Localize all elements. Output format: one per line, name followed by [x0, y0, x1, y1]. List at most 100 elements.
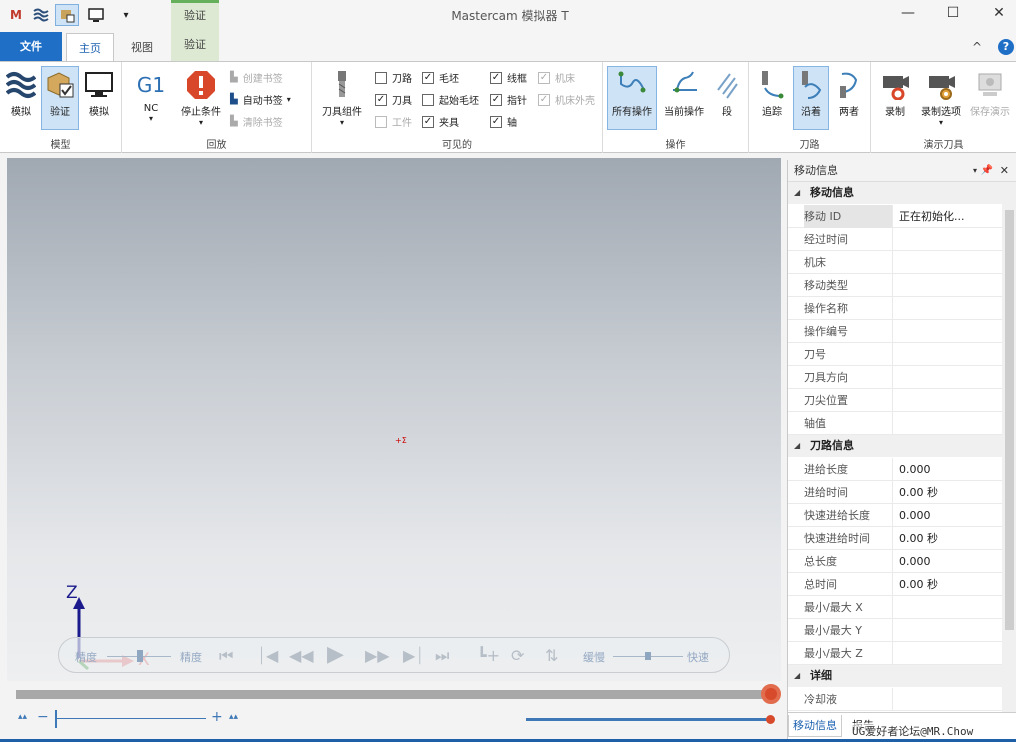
verify-button[interactable]: 验证	[41, 66, 79, 130]
checkbox-checked-icon[interactable]: ✓	[375, 93, 387, 106]
checkbox-unchecked-icon[interactable]	[375, 71, 387, 84]
visible-check-8[interactable]: 工件	[375, 112, 412, 131]
simulate-monitor-quick-icon[interactable]	[84, 4, 108, 26]
panel-menu-icon[interactable]: ▾	[973, 160, 977, 182]
zoom-in-step-icon[interactable]: ▴▴	[229, 712, 238, 722]
all-operations-button[interactable]: 所有操作	[607, 66, 657, 130]
tab-view[interactable]: 视图	[120, 33, 164, 62]
visible-check-2[interactable]: ✓ 线框	[490, 68, 527, 87]
property-row[interactable]: 最小/最大 Y	[788, 619, 1002, 642]
zoom-minus-icon[interactable]: −	[37, 709, 49, 725]
property-row[interactable]: 最小/最大 Z	[788, 642, 1002, 665]
maximize-button[interactable]: ☐	[938, 4, 968, 24]
checkbox-checked-icon[interactable]: ✓	[422, 71, 434, 84]
close-button[interactable]: ✕	[984, 4, 1014, 24]
position-slider-knob[interactable]	[766, 715, 775, 724]
property-row[interactable]: 刀尖位置	[788, 389, 1002, 412]
checkbox-unchecked-icon[interactable]	[375, 115, 387, 128]
tab-home[interactable]: 主页	[66, 33, 114, 62]
position-slider[interactable]	[526, 718, 772, 721]
tab-verify[interactable]: 验证	[171, 30, 219, 62]
tool-assembly-button[interactable]: 刀具组件 ▾	[316, 66, 368, 130]
property-row[interactable]: 移动 ID 正在初始化...	[788, 205, 1002, 228]
panel-scrollbar[interactable]	[1002, 182, 1016, 712]
zoom-out-step-icon[interactable]: ▴▴	[18, 712, 27, 722]
zoom-plus-icon[interactable]: +	[211, 709, 223, 725]
collapse-triangle-icon[interactable]: ◢	[794, 435, 800, 457]
property-row[interactable]: 进给长度 0.000	[788, 458, 1002, 481]
fast-forward-icon[interactable]: ▶▶	[365, 646, 390, 665]
checkbox-checked-icon[interactable]: ✓	[538, 71, 550, 84]
section-header[interactable]: ◢ 移动信息	[788, 182, 1002, 204]
speed-slider-handle[interactable]	[645, 652, 651, 660]
simulate-button[interactable]: 模拟	[4, 66, 38, 130]
panel-pin-icon[interactable]: 📌	[981, 160, 993, 182]
record-button[interactable]: 录制	[875, 66, 915, 130]
stop-conditions-button[interactable]: 停止条件 ▾	[176, 66, 226, 130]
checkbox-checked-icon[interactable]: ✓	[490, 93, 502, 106]
checkbox-checked-icon[interactable]: ✓	[538, 93, 550, 106]
step-back-start-icon[interactable]: ⏐◀	[257, 646, 278, 666]
visible-check-10[interactable]: ✓ 轴	[490, 112, 517, 131]
collapse-ribbon-icon[interactable]: ^	[968, 33, 986, 62]
property-row[interactable]: 冷却液	[788, 688, 1002, 711]
checkbox-checked-icon[interactable]: ✓	[490, 115, 502, 128]
trace-button[interactable]: 追踪	[753, 66, 791, 130]
visible-check-1[interactable]: ✓ 毛坯	[422, 68, 459, 87]
visible-check-4[interactable]: ✓ 刀具	[375, 90, 412, 109]
progress-track[interactable]	[16, 690, 770, 699]
property-row[interactable]: 进给时间 0.00 秒	[788, 481, 1002, 504]
simulate-monitor-button[interactable]: 模拟	[81, 66, 117, 130]
bookmark-step-icon[interactable]: ┗+	[477, 646, 500, 665]
visible-check-0[interactable]: 刀路	[375, 68, 412, 87]
reverse-loop-icon[interactable]: ⇅	[545, 646, 558, 665]
loop-icon[interactable]: ⟳	[511, 646, 524, 665]
minimize-button[interactable]: —	[893, 4, 923, 24]
nc-button[interactable]: G1 NC ▾	[128, 66, 174, 130]
mastercam-logo-icon[interactable]: M	[4, 4, 28, 26]
property-row[interactable]: 移动类型	[788, 274, 1002, 297]
visible-check-9[interactable]: ✓ 夹具	[422, 112, 459, 131]
property-row[interactable]: 经过时间	[788, 228, 1002, 251]
property-row[interactable]: 操作名称	[788, 297, 1002, 320]
property-row[interactable]: 操作编号	[788, 320, 1002, 343]
property-row[interactable]: 快速进给长度 0.000	[788, 504, 1002, 527]
visible-check-7[interactable]: ✓ 机床外壳	[538, 90, 595, 109]
property-row[interactable]: 总时间 0.00 秒	[788, 573, 1002, 596]
section-header[interactable]: ◢ 刀路信息	[788, 435, 1002, 457]
step-forward-icon[interactable]: ▶⏐	[403, 646, 424, 666]
progress-knob[interactable]	[761, 684, 781, 704]
simulate-quick-icon[interactable]	[29, 4, 53, 26]
both-button[interactable]: 两者	[831, 66, 867, 130]
along-button[interactable]: 沿着	[793, 66, 829, 130]
rewind-icon[interactable]: ◀◀	[289, 646, 314, 665]
property-row[interactable]: 轴值	[788, 412, 1002, 435]
section-header[interactable]: ◢ 详细	[788, 665, 1002, 687]
create-bookmark-button[interactable]: ▙ 创建书签	[230, 68, 283, 87]
property-row[interactable]: 最小/最大 X	[788, 596, 1002, 619]
collapse-triangle-icon[interactable]: ◢	[794, 665, 800, 687]
quality-slider-handle[interactable]	[137, 650, 143, 662]
property-row[interactable]: 快速进给时间 0.00 秒	[788, 527, 1002, 550]
checkbox-checked-icon[interactable]: ✓	[490, 71, 502, 84]
panel-scroll-thumb[interactable]	[1005, 210, 1014, 630]
go-to-start-icon[interactable]: ⏮	[219, 646, 233, 666]
checkbox-checked-icon[interactable]: ✓	[422, 115, 434, 128]
auto-bookmark-button[interactable]: ▙ 自动书签 ▾	[230, 90, 291, 109]
visible-check-6[interactable]: ✓ 指针	[490, 90, 527, 109]
help-icon[interactable]: ?	[998, 39, 1014, 55]
tab-move-info[interactable]: 移动信息	[788, 715, 842, 737]
tab-file[interactable]: 文件	[0, 32, 62, 62]
go-to-end-icon[interactable]: ⏭	[435, 646, 449, 666]
visible-check-3[interactable]: ✓ 机床	[538, 68, 575, 87]
save-demo-button[interactable]: 保存演示	[967, 66, 1013, 130]
visible-check-5[interactable]: 起始毛坯	[422, 90, 479, 109]
checkbox-unchecked-icon[interactable]	[422, 93, 434, 106]
quick-access-dropdown-icon[interactable]: ▾	[114, 4, 138, 26]
play-icon[interactable]: ▶	[327, 642, 344, 667]
zoom-slider-handle[interactable]	[55, 710, 57, 728]
collapse-triangle-icon[interactable]: ◢	[794, 182, 800, 204]
zoom-slider[interactable]	[56, 718, 206, 719]
current-operation-button[interactable]: 当前操作	[660, 66, 708, 130]
panel-close-icon[interactable]: ✕	[1000, 160, 1009, 182]
